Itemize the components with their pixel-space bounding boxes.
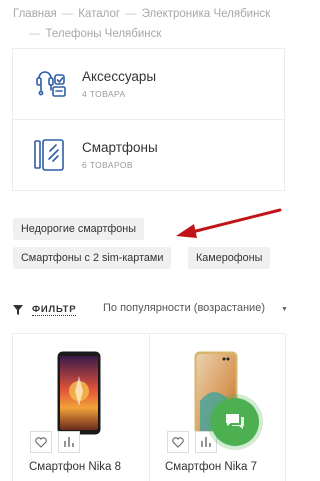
- sort-select[interactable]: По популярности (возрастание): [103, 302, 265, 314]
- breadcrumb-phones[interactable]: Телефоны Челябинск: [46, 28, 162, 40]
- filter-bar: ФИЛЬТР По популярности (возрастание) ▼: [13, 301, 289, 319]
- breadcrumb-separator: —: [125, 8, 137, 20]
- compare-icon[interactable]: [58, 431, 80, 453]
- tag-camera-phones[interactable]: Камерофоны: [188, 247, 271, 269]
- filter-button[interactable]: ФИЛЬТР: [32, 304, 77, 316]
- breadcrumb-electronics[interactable]: Электроника Челябинск: [142, 8, 271, 20]
- product-card[interactable]: Смартфон Nika 8: [12, 334, 149, 481]
- product-name[interactable]: Смартфон Nika 8: [29, 461, 121, 473]
- product-name[interactable]: Смартфон Nika 7: [165, 461, 257, 473]
- category-title: Смартфоны: [82, 140, 158, 155]
- breadcrumb-home[interactable]: Главная: [13, 8, 57, 20]
- breadcrumb-separator: —: [61, 8, 74, 20]
- chat-icon: [226, 414, 244, 429]
- smartphone-icon: [34, 139, 64, 171]
- breadcrumb-separator: —: [29, 28, 41, 40]
- tag-dual-sim[interactable]: Смартфоны с 2 sim-картами: [13, 247, 172, 269]
- chat-button[interactable]: [211, 398, 259, 446]
- breadcrumb: Главная — Каталог — Электроника Челябинск — Т…: [13, 4, 293, 44]
- accessories-icon: [36, 71, 66, 97]
- funnel-icon[interactable]: [13, 305, 23, 315]
- caret-down-icon[interactable]: ▼: [281, 306, 288, 313]
- product-image[interactable]: [57, 351, 101, 435]
- annotation-arrow-icon: [176, 208, 282, 238]
- heart-icon[interactable]: [167, 431, 189, 453]
- heart-icon[interactable]: [30, 431, 52, 453]
- category-card-smartphones[interactable]: Смартфоны 6 ТОВАРОВ: [12, 119, 285, 191]
- category-card-accessories[interactable]: Аксессуары 4 ТОВАРА: [12, 48, 285, 120]
- category-count: 4 ТОВАРА: [82, 89, 126, 99]
- category-title: Аксессуары: [82, 69, 157, 84]
- tag-cheap-smartphones[interactable]: Недорогие смартфоны: [13, 218, 145, 240]
- category-count: 6 ТОВАРОВ: [82, 160, 133, 170]
- breadcrumb-catalog[interactable]: Каталог: [78, 8, 120, 20]
